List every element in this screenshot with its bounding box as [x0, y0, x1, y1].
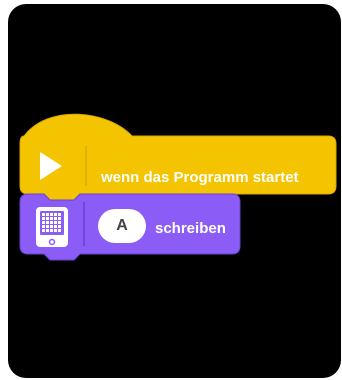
blocks-layer	[19, 113, 337, 261]
hat-block-label: wenn das Programm startet	[101, 169, 299, 186]
stack-block-label: schreiben	[155, 220, 226, 237]
hub-port-dropdown[interactable]: A	[98, 209, 146, 243]
hub-display-icon	[36, 207, 68, 247]
code-canvas[interactable]: wenn das Programm startet A schreiben	[8, 4, 341, 378]
